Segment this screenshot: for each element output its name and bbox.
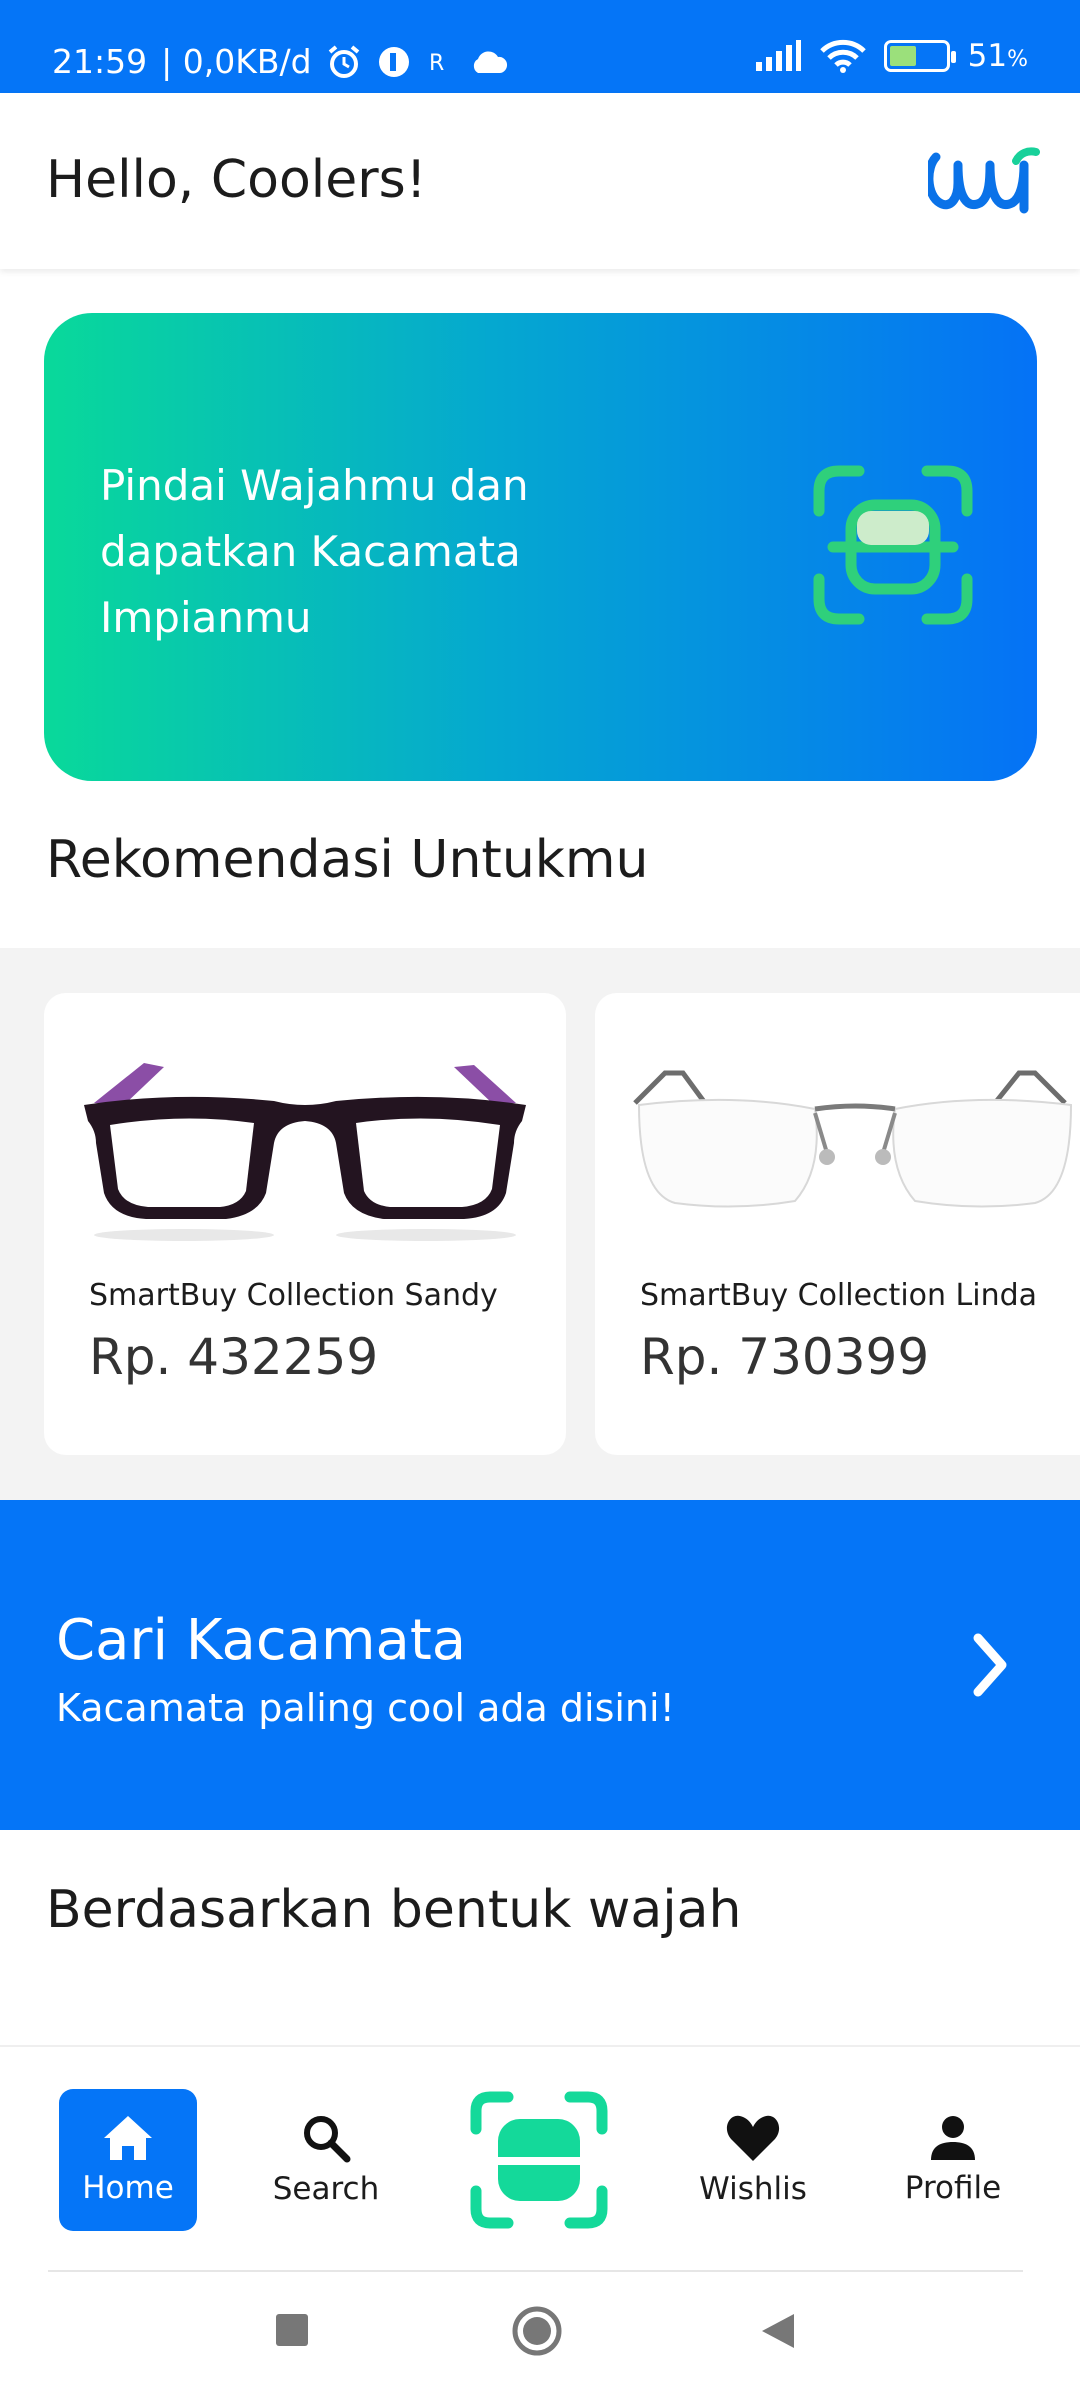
product-name: SmartBuy Collection Sandy xyxy=(89,1278,498,1313)
product-price: Rp. 432259 xyxy=(89,1328,379,1386)
product-price: Rp. 730399 xyxy=(640,1328,930,1386)
person-icon xyxy=(931,2116,975,2160)
face-scan-icon xyxy=(470,2091,608,2229)
product-image xyxy=(84,1063,526,1241)
status-right: 51% xyxy=(754,38,1028,74)
system-navigation xyxy=(0,2272,1080,2400)
app-icon xyxy=(378,46,409,77)
status-bar: 21:59 | 0,0KB/d R 51% xyxy=(0,0,1080,93)
battery-icon xyxy=(883,40,956,72)
product-name: SmartBuy Collection Linda xyxy=(640,1278,1038,1313)
nav-search-label: Search xyxy=(272,2171,380,2207)
nav-wishlist[interactable]: Wishlis xyxy=(684,2089,822,2231)
face-scan-icon xyxy=(813,465,973,625)
status-time: 21:59 xyxy=(52,42,148,81)
back-icon[interactable] xyxy=(760,2312,796,2350)
app-header: Hello, Coolers! xyxy=(0,93,1080,269)
face-scan-banner[interactable]: Pindai Wajahmu dan dapatkan Kacamata Imp… xyxy=(44,313,1037,781)
nav-home[interactable]: Home xyxy=(59,2089,197,2231)
search-glasses-banner[interactable]: Cari Kacamata Kacamata paling cool ada d… xyxy=(0,1500,1080,1830)
chevron-right-icon xyxy=(973,1633,1007,1697)
recommendations-carousel[interactable]: SmartBuy Collection Sandy Rp. 432259 Sma… xyxy=(0,948,1080,1500)
signal-icon xyxy=(755,40,801,71)
nav-home-label: Home xyxy=(82,2170,174,2206)
nav-search[interactable]: Search xyxy=(257,2089,395,2231)
recents-icon[interactable] xyxy=(274,2312,310,2348)
greeting-text: Hello, Coolers! xyxy=(46,150,427,210)
alarm-icon xyxy=(328,44,359,78)
face-scan-text: Pindai Wajahmu dan dapatkan Kacamata Imp… xyxy=(100,461,529,642)
search-icon xyxy=(304,2116,351,2163)
home-button-icon[interactable] xyxy=(512,2306,562,2356)
battery-level: 51% xyxy=(967,38,1028,74)
nav-wishlist-label: Wishlis xyxy=(699,2171,807,2207)
app-logo xyxy=(928,147,1040,214)
wifi-icon xyxy=(819,39,866,73)
nav-scan[interactable] xyxy=(468,2089,610,2231)
search-banner-title: Cari Kacamata xyxy=(56,1608,467,1673)
status-left: 21:59 | 0,0KB/d R xyxy=(52,42,508,81)
nav-profile-label: Profile xyxy=(904,2170,1002,2206)
bottom-navigation: Home Search Wishlis Profile xyxy=(0,2045,1080,2270)
search-banner-subtitle: Kacamata paling cool ada disini! xyxy=(56,1686,675,1730)
svg-text:R: R xyxy=(429,51,444,76)
product-card[interactable]: SmartBuy Collection Sandy Rp. 432259 xyxy=(44,993,566,1455)
recommendations-title: Rekomendasi Untukmu xyxy=(46,830,649,890)
heart-icon xyxy=(726,2115,780,2161)
cloud-icon xyxy=(473,50,507,73)
home-icon xyxy=(104,2116,152,2160)
face-shape-title: Berdasarkan bentuk wajah xyxy=(46,1880,742,1940)
product-image xyxy=(633,1070,1073,1208)
product-card[interactable]: SmartBuy Collection Linda Rp. 730399 xyxy=(595,993,1080,1455)
r-icon: R xyxy=(429,51,444,76)
nav-profile[interactable]: Profile xyxy=(884,2089,1022,2231)
status-speed: | 0,0KB/d xyxy=(161,42,312,81)
